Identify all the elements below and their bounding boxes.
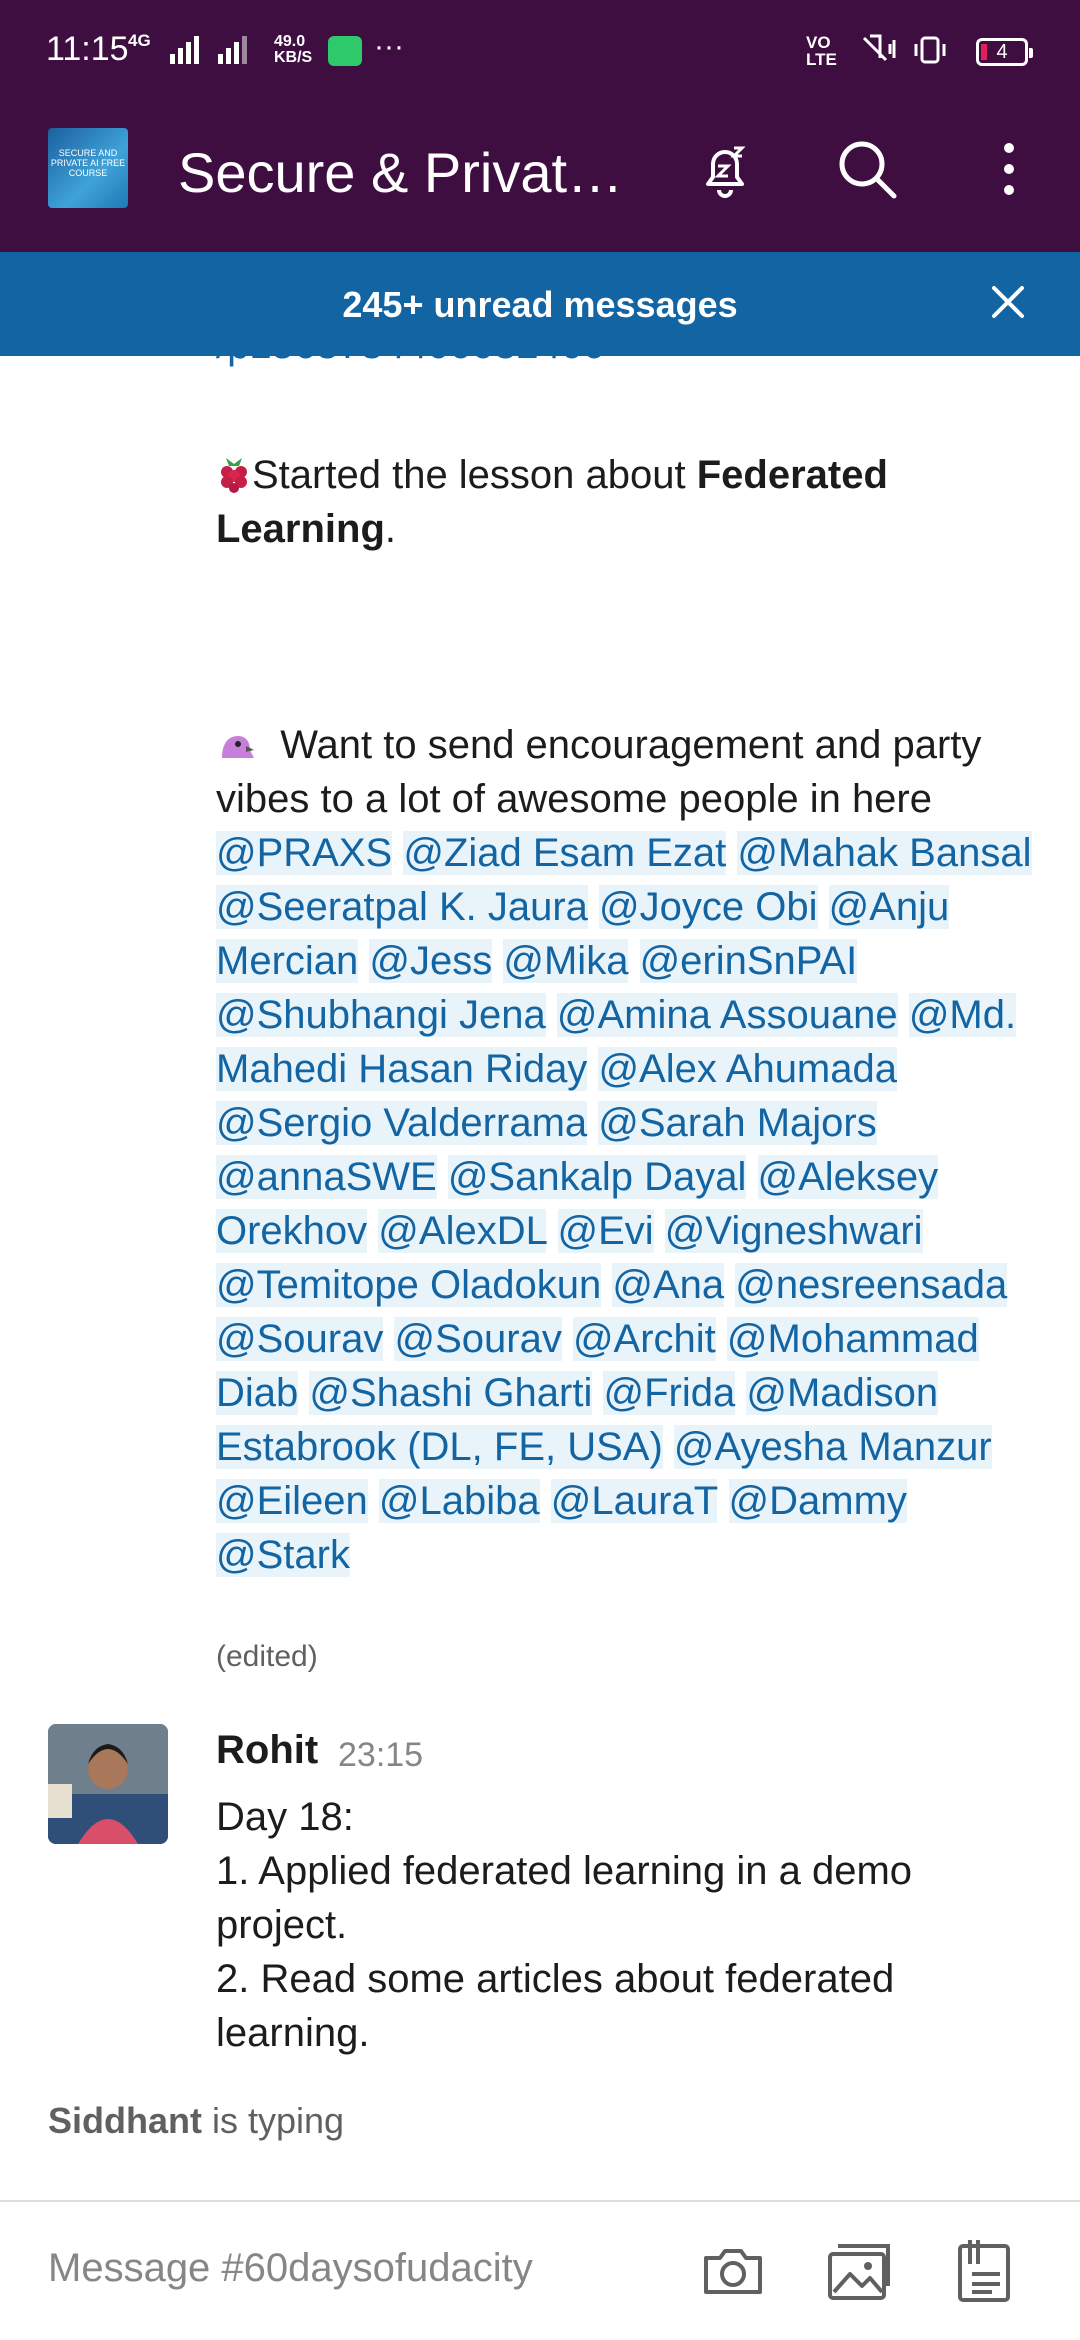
camera-icon[interactable] xyxy=(698,2236,768,2306)
volte-bottom: LTE xyxy=(806,50,837,69)
mention-link[interactable]: @Ayesha Manzur xyxy=(673,1425,992,1469)
mention-link[interactable]: @Ana xyxy=(612,1263,725,1307)
mention-link[interactable]: @Sourav xyxy=(394,1317,562,1361)
mention-link[interactable]: @Sarah Majors xyxy=(598,1101,877,1145)
mention-link[interactable]: @Jess xyxy=(369,939,493,983)
gallery-icon[interactable] xyxy=(824,2236,894,2306)
rohit-message-body: Day 18: 1. Applied federated learning in… xyxy=(216,1790,1046,2060)
message-link[interactable]: /p1563734400082400 xyxy=(216,338,1046,378)
snooze-icon[interactable] xyxy=(690,134,760,204)
mention-link[interactable]: @Labiba xyxy=(378,1479,540,1523)
vibrate-mute-icon xyxy=(862,34,946,64)
message-line: Day 18: xyxy=(216,1795,354,1839)
mention-link[interactable]: @AlexDL xyxy=(378,1209,547,1253)
typing-suffix: is typing xyxy=(201,2100,345,2141)
mention-link[interactable]: @Seeratpal K. Jaura xyxy=(216,885,588,929)
mention-link[interactable]: @Archit xyxy=(572,1317,716,1361)
network-speed: 49.0 KB/S xyxy=(274,34,312,66)
more-notifications: ··· xyxy=(374,30,404,63)
mention-link[interactable]: @Sergio Valderrama xyxy=(216,1101,588,1145)
mention-link[interactable]: @Amina Assouane xyxy=(556,993,898,1037)
mention-link[interactable]: @Frida xyxy=(603,1371,736,1415)
lesson-prefix: Started the lesson about xyxy=(252,453,697,497)
mention-list: @PRAXS @Ziad Esam Ezat @Mahak Bansal @Se… xyxy=(216,831,1032,1577)
party-parrot-icon xyxy=(222,736,254,758)
lesson-message: Started the lesson about Federated Learn… xyxy=(216,448,1046,556)
files-icon[interactable] xyxy=(950,2236,1020,2306)
chat-notification-icon xyxy=(328,36,362,66)
mention-link[interactable]: @LauraT xyxy=(550,1479,718,1523)
composer-divider xyxy=(0,2200,1080,2202)
lesson-suffix: . xyxy=(384,507,397,551)
status-bar: 11:15 4G 49.0 KB/S ··· VO LTE 4 xyxy=(0,0,1080,84)
mention-link[interactable]: @Mahak Bansal xyxy=(737,831,1032,875)
mention-link[interactable]: @Shashi Gharti xyxy=(309,1371,593,1415)
network-type: 4G xyxy=(128,31,151,50)
mention-link[interactable]: @Eileen xyxy=(216,1479,368,1523)
mention-link[interactable]: @Ziad Esam Ezat xyxy=(403,831,727,875)
mention-link[interactable]: @Stark xyxy=(216,1533,350,1577)
encouragement-message: Want to send encouragement and party vib… xyxy=(216,718,1046,1582)
mention-link[interactable]: @Shubhangi Jena xyxy=(216,993,546,1037)
mention-link[interactable]: @Temitope Oladokun xyxy=(216,1263,602,1307)
app-bar: SECURE AND PRIVATE AI FREE COURSE Secure… xyxy=(0,84,1080,252)
mention-link[interactable]: @Sankalp Dayal xyxy=(447,1155,747,1199)
signal-icon xyxy=(170,36,247,64)
mention-link[interactable]: @Joyce Obi xyxy=(599,885,818,929)
volte-indicator: VO LTE xyxy=(806,34,837,68)
mention-link[interactable]: @Evi xyxy=(557,1209,654,1253)
message-link-text[interactable]: /p1563734400082400 xyxy=(216,338,605,367)
raspberry-icon xyxy=(221,458,247,493)
mention-link[interactable]: @Dammy xyxy=(728,1479,907,1523)
mention-link[interactable]: @PRAXS xyxy=(216,831,393,875)
typing-indicator: Siddhant is typing xyxy=(48,2100,344,2142)
channel-title[interactable]: Secure & Privat… xyxy=(178,140,623,205)
avatar[interactable] xyxy=(48,1724,168,1844)
mention-link[interactable]: @Mika xyxy=(503,939,629,983)
status-time: 11:15 xyxy=(46,30,129,68)
mention-link[interactable]: @Vigneshwari xyxy=(664,1209,923,1253)
mention-link[interactable]: @Alex Ahumada xyxy=(598,1047,897,1091)
avatar-photo xyxy=(48,1724,168,1844)
battery-indicator: 4 xyxy=(976,38,1033,66)
message-line: 2. Read some articles about federated le… xyxy=(216,1957,895,2055)
typing-user: Siddhant xyxy=(48,2100,202,2141)
channel-avatar[interactable]: SECURE AND PRIVATE AI FREE COURSE xyxy=(48,128,128,208)
search-icon[interactable] xyxy=(832,134,902,204)
message-line: 1. Applied federated learning in a demo … xyxy=(216,1849,913,1947)
unread-messages-label[interactable]: 245+ unread messages xyxy=(0,284,1080,326)
message-input[interactable]: Message #60daysofudacity xyxy=(48,2246,533,2291)
network-speed-value: 49.0 xyxy=(274,33,306,50)
more-vertical-icon[interactable] xyxy=(974,134,1044,204)
close-icon[interactable] xyxy=(988,282,1028,322)
encouragement-text: Want to send encouragement and party vib… xyxy=(216,723,982,821)
mention-link[interactable]: @nesreensada xyxy=(735,1263,1008,1307)
message-timestamp[interactable]: 23:15 xyxy=(338,1736,423,1775)
edited-label: (edited) xyxy=(216,1640,318,1673)
network-speed-unit: KB/S xyxy=(274,49,313,66)
mention-link[interactable]: @Sourav xyxy=(216,1317,384,1361)
message-author[interactable]: Rohit xyxy=(216,1728,318,1773)
mention-link[interactable]: @erinSnPAI xyxy=(639,939,858,983)
mention-link[interactable]: @annaSWE xyxy=(216,1155,437,1199)
